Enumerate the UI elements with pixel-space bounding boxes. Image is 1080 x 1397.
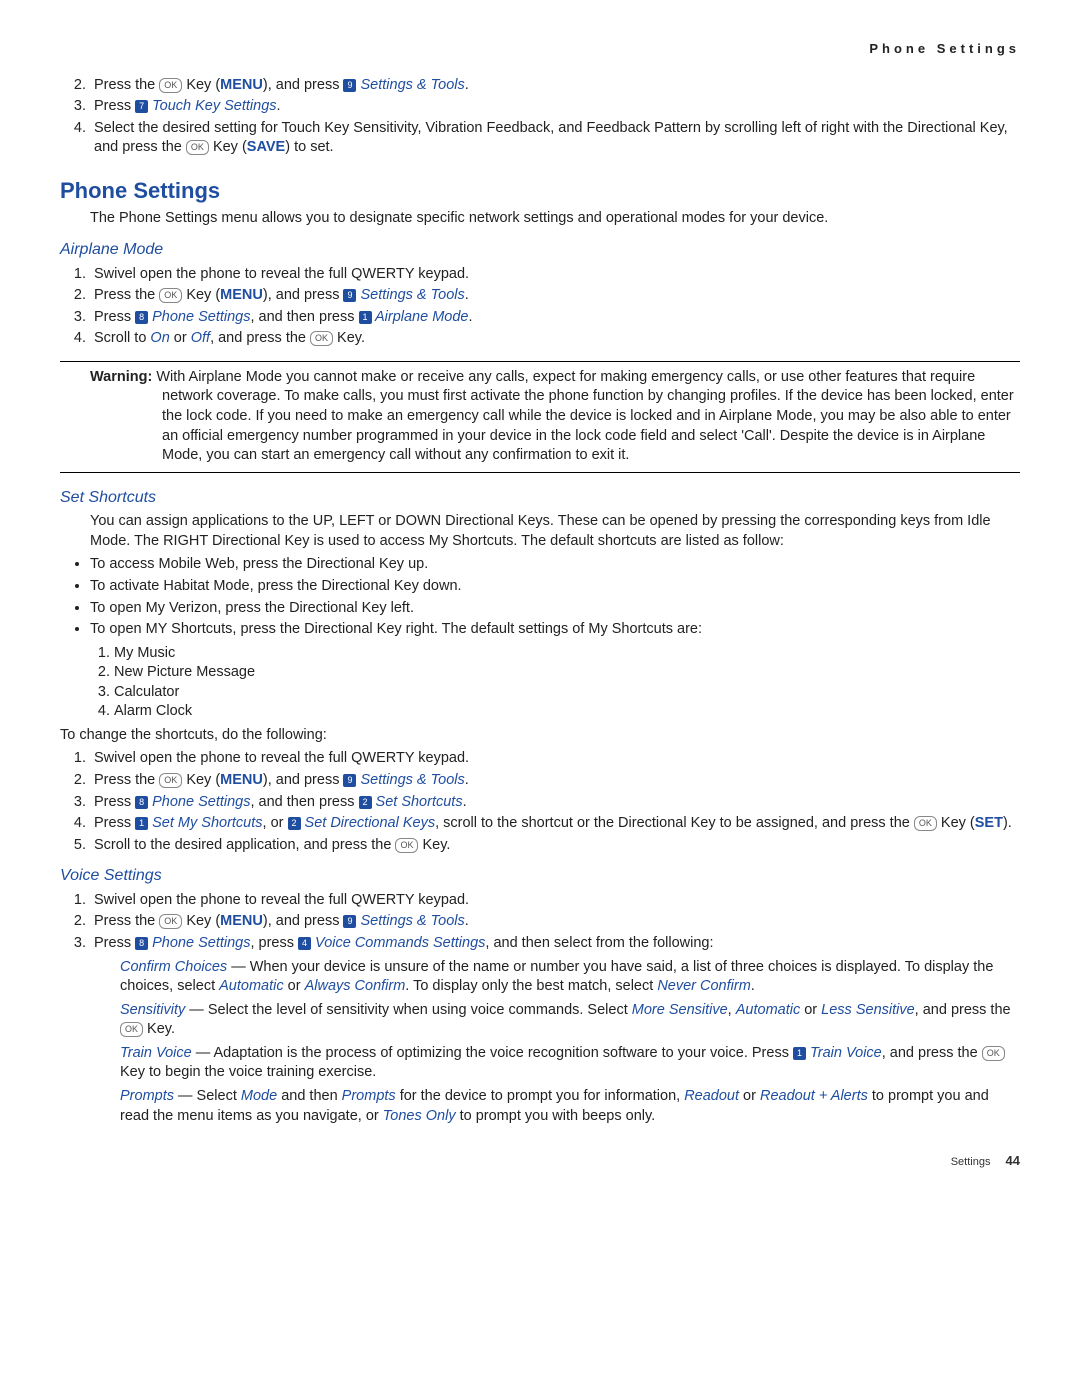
voice-settings-heading: Voice Settings (60, 865, 1020, 887)
num-key-icon: 1 (793, 1047, 806, 1060)
shortcuts-steps: Swivel open the phone to reveal the full… (90, 749, 1020, 855)
shortcut-step-4: Press 1 Set My Shortcuts, or 2 Set Direc… (90, 814, 1020, 834)
list-item: New Picture Message (114, 663, 1020, 683)
num-key-icon: 9 (343, 774, 356, 787)
voice-step-1: Swivel open the phone to reveal the full… (90, 891, 1020, 911)
shortcut-step-5: Scroll to the desired application, and p… (90, 836, 1020, 856)
shortcuts-defaults-list: To access Mobile Web, press the Directio… (90, 555, 1020, 722)
voice-step-2: Press the OK Key (MENU), and press 9 Set… (90, 912, 1020, 932)
list-item: Calculator (114, 683, 1020, 703)
list-item: My Music (114, 644, 1020, 664)
voice-sensitivity: Sensitivity — Select the level of sensit… (120, 1001, 1020, 1040)
set-shortcuts-heading: Set Shortcuts (60, 487, 1020, 509)
airplane-step-4: Scroll to On or Off, and press the OK Ke… (90, 329, 1020, 349)
num-key-icon: 8 (135, 796, 148, 809)
footer-section: Settings (951, 1156, 991, 1168)
warning-label: Warning: (90, 369, 156, 385)
voice-train: Train Voice — Adaptation is the process … (120, 1044, 1020, 1083)
ok-key-icon: OK (914, 816, 937, 831)
voice-step-3: Press 8 Phone Settings, press 4 Voice Co… (90, 934, 1020, 954)
ok-key-icon: OK (395, 838, 418, 853)
footer-page-number: 44 (1006, 1153, 1020, 1168)
phone-settings-heading: Phone Settings (60, 176, 1020, 206)
page-header-title: Phone Settings (60, 40, 1020, 58)
list-item: Alarm Clock (114, 702, 1020, 722)
list-item: To open My Verizon, press the Directiona… (90, 599, 1020, 619)
voice-steps: Swivel open the phone to reveal the full… (90, 891, 1020, 954)
shortcut-step-3: Press 8 Phone Settings, and then press 2… (90, 793, 1020, 813)
shortcuts-change-intro: To change the shortcuts, do the followin… (60, 726, 1020, 746)
num-key-icon: 8 (135, 311, 148, 324)
num-key-icon: 2 (359, 796, 372, 809)
touch-key-steps: Press the OK Key (MENU), and press 9 Set… (90, 76, 1020, 158)
ok-key-icon: OK (159, 914, 182, 929)
num-key-icon: 1 (135, 817, 148, 830)
phone-settings-intro: The Phone Settings menu allows you to de… (90, 209, 1020, 229)
ok-key-icon: OK (310, 331, 333, 346)
ok-key-icon: OK (120, 1022, 143, 1037)
airplane-steps: Swivel open the phone to reveal the full… (90, 265, 1020, 349)
touch-step-3: Press 7 Touch Key Settings. (90, 97, 1020, 117)
num-key-icon: 8 (135, 937, 148, 950)
ok-key-icon: OK (159, 78, 182, 93)
voice-confirm-choices: Confirm Choices — When your device is un… (120, 958, 1020, 997)
num-key-icon: 2 (288, 817, 301, 830)
list-item: To activate Habitat Mode, press the Dire… (90, 577, 1020, 597)
airplane-step-3: Press 8 Phone Settings, and then press 1… (90, 308, 1020, 328)
shortcut-step-2: Press the OK Key (MENU), and press 9 Set… (90, 771, 1020, 791)
airplane-step-2: Press the OK Key (MENU), and press 9 Set… (90, 286, 1020, 306)
num-key-icon: 9 (343, 79, 356, 92)
num-key-icon: 9 (343, 915, 356, 928)
airplane-warning-box: Warning: With Airplane Mode you cannot m… (60, 361, 1020, 473)
list-item: To open MY Shortcuts, press the Directio… (90, 620, 1020, 722)
my-shortcuts-defaults: My Music New Picture Message Calculator … (114, 644, 1020, 722)
touch-step-2: Press the OK Key (MENU), and press 9 Set… (90, 76, 1020, 96)
list-item: To access Mobile Web, press the Directio… (90, 555, 1020, 575)
ok-key-icon: OK (186, 140, 209, 155)
voice-prompts: Prompts — Select Mode and then Prompts f… (120, 1087, 1020, 1126)
num-key-icon: 9 (343, 289, 356, 302)
touch-step-4: Select the desired setting for Touch Key… (90, 119, 1020, 158)
airplane-mode-heading: Airplane Mode (60, 239, 1020, 261)
ok-key-icon: OK (159, 288, 182, 303)
ok-key-icon: OK (982, 1046, 1005, 1061)
num-key-icon: 1 (359, 311, 372, 324)
ok-key-icon: OK (159, 773, 182, 788)
warning-text: With Airplane Mode you cannot make or re… (156, 369, 1013, 463)
page-footer: Settings 44 (60, 1152, 1020, 1170)
num-key-icon: 4 (298, 937, 311, 950)
shortcuts-intro: You can assign applications to the UP, L… (90, 512, 1020, 551)
num-key-icon: 7 (135, 100, 148, 113)
airplane-step-1: Swivel open the phone to reveal the full… (90, 265, 1020, 285)
shortcut-step-1: Swivel open the phone to reveal the full… (90, 749, 1020, 769)
